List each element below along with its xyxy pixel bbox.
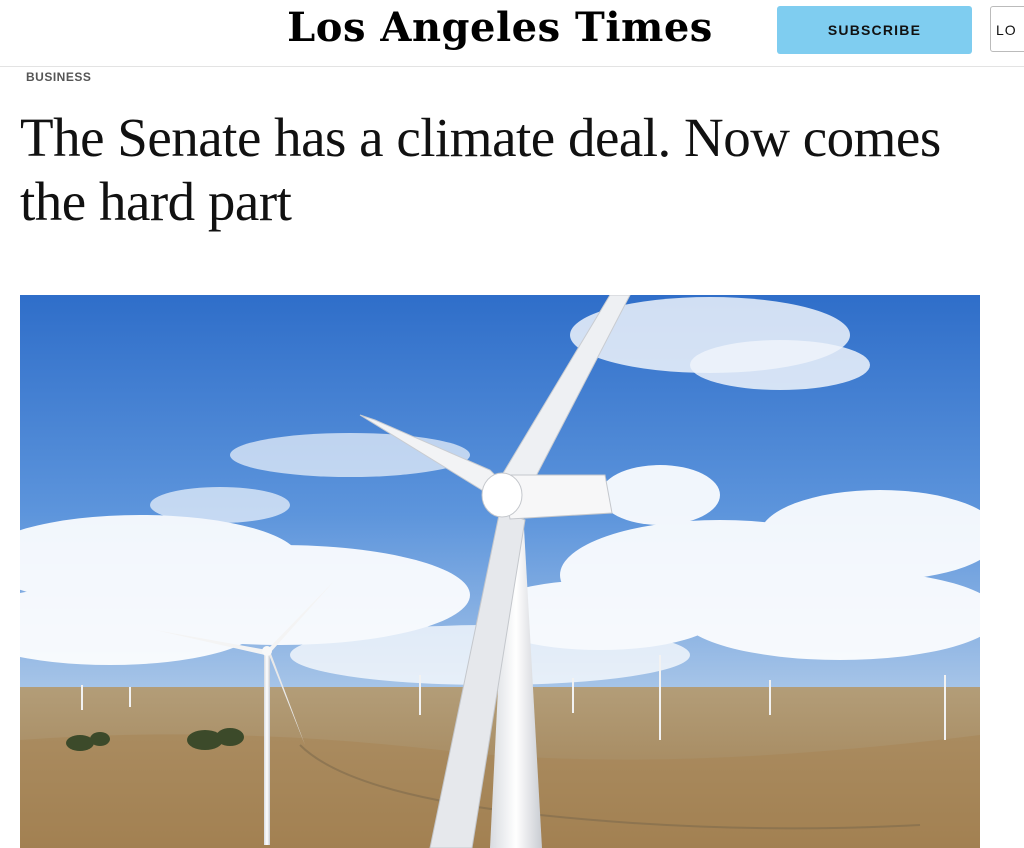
- wind-farm-photo: [20, 295, 980, 848]
- top-nav-bar: Los Angeles Times SUBSCRIBE LO: [0, 0, 1024, 67]
- article-headline: The Senate has a climate deal. Now comes…: [20, 107, 941, 232]
- subscribe-button[interactable]: SUBSCRIBE: [777, 6, 972, 54]
- section-label[interactable]: BUSINESS: [26, 70, 91, 84]
- login-button[interactable]: LO: [990, 6, 1024, 52]
- hero-image: [20, 295, 980, 848]
